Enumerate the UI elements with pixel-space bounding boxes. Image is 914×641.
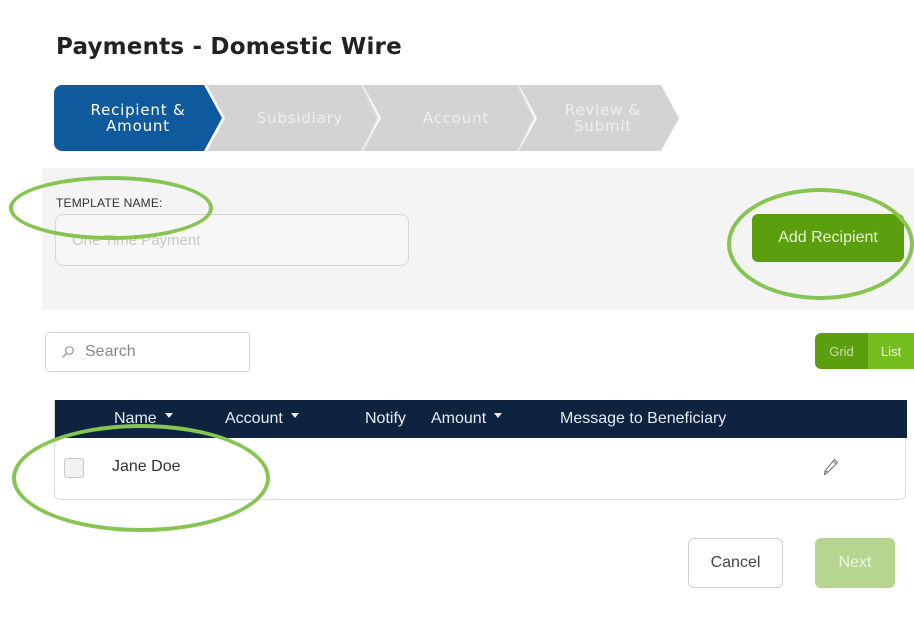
column-header-notify: Notify xyxy=(365,410,406,427)
table-header: Name Account Notify Amount Message to Be… xyxy=(55,400,907,438)
step-account[interactable]: Account xyxy=(363,85,535,151)
sort-caret-icon xyxy=(164,413,173,419)
step-subsidiary[interactable]: Subsidiary xyxy=(207,85,379,151)
step-recipient-amount[interactable]: Recipient & Amount xyxy=(54,85,222,151)
search-icon xyxy=(62,346,74,358)
template-name-input[interactable] xyxy=(55,214,409,266)
step-divider xyxy=(361,85,379,151)
progress-stepper: Recipient & Amount Subsidiary Account Rev… xyxy=(54,85,679,151)
column-header-name[interactable]: Name xyxy=(114,400,173,438)
page-title: Payments - Domestic Wire xyxy=(56,34,402,60)
step-label-line2: Amount xyxy=(106,117,170,135)
column-header-amount[interactable]: Amount xyxy=(431,400,503,438)
pencil-icon[interactable] xyxy=(823,458,839,476)
cancel-button[interactable]: Cancel xyxy=(688,538,783,588)
step-divider xyxy=(517,85,535,151)
step-label: Subsidiary xyxy=(256,109,344,127)
sort-caret-icon xyxy=(494,413,503,419)
column-label: Account xyxy=(225,410,283,427)
recipient-name: Jane Doe xyxy=(112,458,181,475)
next-button[interactable]: Next xyxy=(815,538,895,588)
template-panel: TEMPLATE NAME: Add Recipient xyxy=(42,168,914,310)
step-label-line2: Submit xyxy=(573,117,632,135)
template-name-label: TEMPLATE NAME: xyxy=(56,196,163,210)
search-box[interactable] xyxy=(45,332,250,372)
step-label: Account xyxy=(422,109,490,127)
step-review-submit[interactable]: Review & Submit xyxy=(519,85,679,151)
grid-view-button[interactable]: Grid xyxy=(815,333,868,369)
table-row: Jane Doe xyxy=(55,438,907,500)
column-header-account[interactable]: Account xyxy=(225,400,299,438)
sort-caret-icon xyxy=(290,413,299,419)
search-input[interactable] xyxy=(85,343,235,361)
row-checkbox[interactable] xyxy=(64,458,84,478)
column-label: Amount xyxy=(431,410,487,427)
add-recipient-button[interactable]: Add Recipient xyxy=(752,214,904,262)
column-label: Name xyxy=(114,410,157,427)
view-toggle: Grid List xyxy=(815,333,914,369)
column-header-message: Message to Beneficiary xyxy=(560,410,727,427)
list-view-button[interactable]: List xyxy=(868,333,914,369)
recipients-table: Name Account Notify Amount Message to Be… xyxy=(54,400,907,500)
